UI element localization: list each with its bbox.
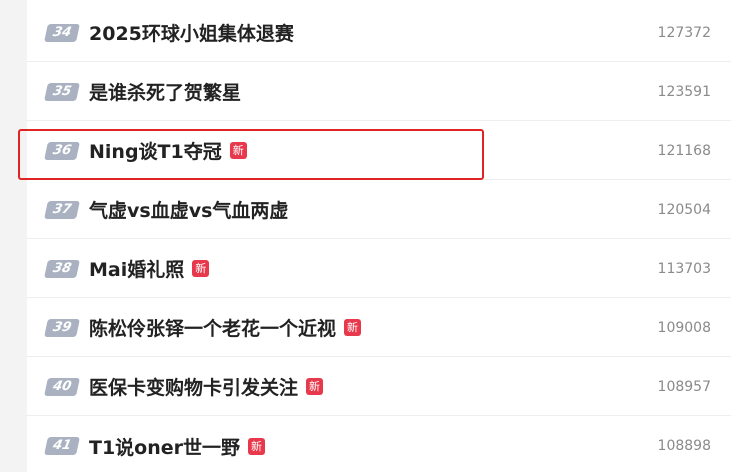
rank-badge: 35 [44,82,80,101]
rank-badge: 38 [44,259,80,278]
rank-badge: 34 [44,23,80,42]
rank-badge: 41 [44,437,80,455]
rank-badge: 36 [44,141,80,160]
trending-item-37[interactable]: 37 气虚vs血虚vs气血两虚 120504 [27,181,731,239]
trending-page: 34 2025环球小姐集体退赛 127372 35 是谁杀死了贺繁星 12359… [0,0,731,472]
title-wrap: Ning谈T1夺冠 新 [89,137,247,164]
new-badge: 新 [192,260,210,277]
heat-count: 109008 [657,319,711,336]
left-rail [0,0,27,472]
title-wrap: T1说oner世一野 新 [89,433,266,460]
trending-item-36[interactable]: 36 Ning谈T1夺冠 新 121168 [27,122,731,180]
trending-item-35[interactable]: 35 是谁杀死了贺繁星 123591 [27,63,731,121]
rank-badge: 40 [44,377,80,396]
title-wrap: 医保卡变购物卡引发关注 新 [89,373,324,400]
new-badge: 新 [306,378,324,395]
trending-list: 34 2025环球小姐集体退赛 127372 35 是谁杀死了贺繁星 12359… [27,0,731,472]
heat-count: 108957 [657,378,711,395]
title-wrap: 陈松伶张铎一个老花一个近视 新 [89,314,362,341]
heat-count: 121168 [657,142,711,159]
trending-title[interactable]: 陈松伶张铎一个老花一个近视 [89,314,336,341]
trending-item-40[interactable]: 40 医保卡变购物卡引发关注 新 108957 [27,358,731,416]
trending-title[interactable]: Mai婚礼照 [89,255,184,282]
trending-title[interactable]: Ning谈T1夺冠 [89,137,222,164]
trending-title[interactable]: 医保卡变购物卡引发关注 [89,373,298,400]
rank-badge: 37 [44,200,80,219]
trending-item-41[interactable]: 41 T1说oner世一野 新 108898 [27,417,731,472]
new-badge: 新 [248,437,266,455]
trending-title[interactable]: 气虚vs血虚vs气血两虚 [89,196,288,223]
new-badge: 新 [229,142,247,159]
trending-item-34[interactable]: 34 2025环球小姐集体退赛 127372 [27,4,731,62]
title-wrap: 气虚vs血虚vs气血两虚 [89,196,288,223]
trending-item-39[interactable]: 39 陈松伶张铎一个老花一个近视 新 109008 [27,299,731,357]
title-wrap: Mai婚礼照 新 [89,255,210,282]
trending-title[interactable]: 2025环球小姐集体退赛 [89,19,294,46]
heat-count: 120504 [657,201,711,218]
rank-badge: 39 [44,318,80,337]
heat-count: 108898 [657,438,711,454]
heat-count: 127372 [657,24,711,41]
heat-count: 113703 [657,260,711,277]
trending-title[interactable]: 是谁杀死了贺繁星 [89,78,241,105]
title-wrap: 2025环球小姐集体退赛 [89,19,294,46]
trending-item-38[interactable]: 38 Mai婚礼照 新 113703 [27,240,731,298]
new-badge: 新 [344,319,362,336]
title-wrap: 是谁杀死了贺繁星 [89,78,241,105]
trending-title[interactable]: T1说oner世一野 [89,433,240,460]
heat-count: 123591 [657,83,711,100]
